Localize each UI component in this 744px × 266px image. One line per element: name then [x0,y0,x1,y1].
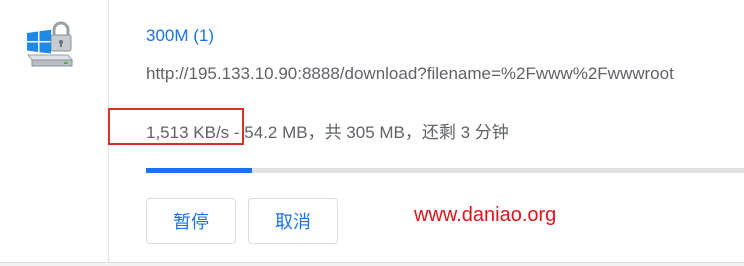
download-url[interactable]: http://195.133.10.90:8888/download?filen… [146,64,744,84]
progress-bar [146,168,744,173]
windows-installer-lock-icon [26,21,74,67]
speed-highlight-box [108,108,244,145]
download-filename[interactable]: 300M (1) [146,26,214,46]
download-item: 300M (1) http://195.133.10.90:8888/downl… [0,0,744,263]
icon-column [0,0,109,262]
watermark-text: www.daniao.org [414,204,557,226]
progress-bar-fill [146,168,253,173]
cancel-button[interactable]: 取消 [248,198,338,244]
download-progress-text: - 54.2 MB，共 305 MB，还剩 3 分钟 [229,123,509,142]
pause-button[interactable]: 暂停 [146,198,236,244]
